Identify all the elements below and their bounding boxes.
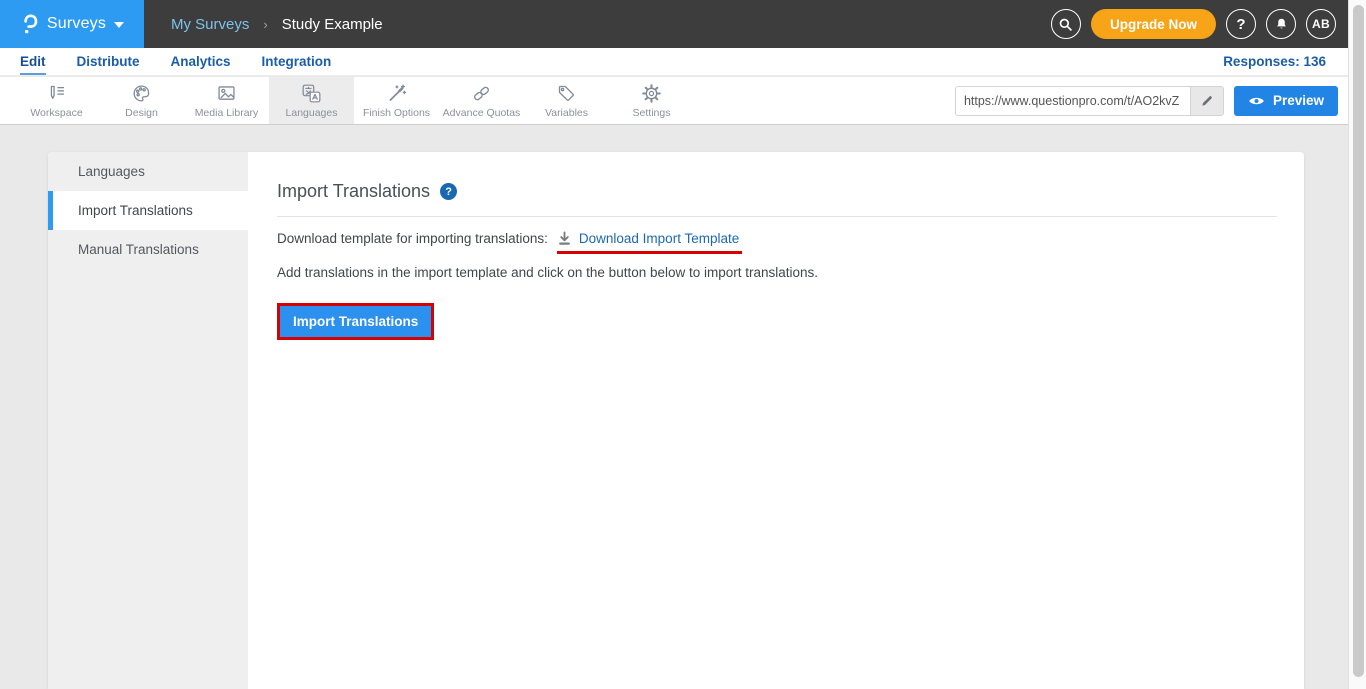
- languages-sidebar: Languages Import Translations Manual Tra…: [48, 152, 248, 689]
- toolbar-item-label: Settings: [633, 107, 671, 119]
- product-name: Surveys: [47, 15, 106, 33]
- languages-panel: Languages Import Translations Manual Tra…: [48, 152, 1304, 689]
- avatar[interactable]: AB: [1306, 9, 1336, 39]
- survey-tabbar: Edit Distribute Analytics Integration Re…: [0, 48, 1348, 76]
- question-mark-icon: ?: [1236, 16, 1245, 33]
- instructions-text: Add translations in the import template …: [277, 265, 1277, 280]
- variables-icon: [556, 83, 577, 104]
- toolbar-item-label: Advance Quotas: [443, 107, 521, 119]
- product-switcher[interactable]: Surveys: [0, 0, 144, 48]
- toolbar-item-label: Finish Options: [363, 107, 430, 119]
- download-icon: [557, 230, 572, 246]
- edit-url-button[interactable]: [1190, 87, 1223, 115]
- search-button[interactable]: [1051, 9, 1081, 39]
- toolbar-item-variables[interactable]: Variables: [524, 77, 609, 124]
- design-icon: [131, 83, 152, 104]
- finish-options-icon: [386, 83, 407, 104]
- eye-icon: [1248, 95, 1265, 107]
- download-template-row: Download template for importing translat…: [277, 230, 1277, 246]
- tabs: Edit Distribute Analytics Integration: [20, 48, 331, 75]
- advance-quotas-icon: [471, 83, 492, 104]
- toolbar-item-label: Workspace: [30, 107, 82, 119]
- search-icon: [1057, 16, 1074, 33]
- edit-toolbar: Workspace Design: [0, 77, 1366, 125]
- survey-url-group: [955, 86, 1224, 116]
- toolbar-item-media-library[interactable]: Media Library: [184, 77, 269, 124]
- languages-icon: [301, 83, 322, 104]
- toolbar-item-advance-quotas[interactable]: Advance Quotas: [439, 77, 524, 124]
- page-title: Import Translations: [277, 181, 430, 202]
- toolbar-right: Preview: [955, 77, 1366, 124]
- annotation-highlight-box: Import Translations: [277, 303, 434, 340]
- toolbar-item-label: Design: [125, 107, 158, 119]
- pencil-icon: [1200, 94, 1214, 108]
- divider: [277, 216, 1277, 217]
- import-translations-button[interactable]: Import Translations: [280, 306, 431, 337]
- settings-icon: [641, 83, 662, 104]
- download-link-highlighted: Download Import Template: [557, 230, 739, 246]
- sidebar-item-manual-translations[interactable]: Manual Translations: [48, 230, 248, 269]
- tab-distribute[interactable]: Distribute: [77, 48, 140, 75]
- sidebar-item-import-translations[interactable]: Import Translations: [48, 191, 248, 230]
- toolbar-item-languages[interactable]: Languages: [269, 77, 354, 124]
- toolbar-item-design[interactable]: Design: [99, 77, 184, 124]
- tab-analytics[interactable]: Analytics: [171, 48, 231, 75]
- download-import-template-link[interactable]: Download Import Template: [579, 231, 739, 246]
- sidebar-item-languages[interactable]: Languages: [48, 152, 248, 191]
- toolbar-item-settings[interactable]: Settings: [609, 77, 694, 124]
- media-library-icon: [216, 83, 237, 104]
- breadcrumb-my-surveys[interactable]: My Surveys: [171, 16, 249, 33]
- breadcrumb-separator-icon: ›: [263, 17, 267, 32]
- help-icon[interactable]: ?: [440, 183, 457, 200]
- breadcrumb-current: Study Example: [282, 16, 383, 33]
- responses-count[interactable]: Responses: 136: [1223, 54, 1326, 69]
- upgrade-now-button[interactable]: Upgrade Now: [1091, 9, 1216, 39]
- scrollbar-thumb[interactable]: [1353, 5, 1364, 677]
- main-area: Languages Import Translations Manual Tra…: [0, 126, 1366, 689]
- tab-integration[interactable]: Integration: [262, 48, 332, 75]
- download-prompt: Download template for importing translat…: [277, 231, 548, 246]
- bell-icon: [1274, 16, 1289, 32]
- survey-url-input[interactable]: [956, 87, 1190, 115]
- toolbar-item-label: Variables: [545, 107, 588, 119]
- chevron-down-icon: [114, 22, 124, 28]
- topbar: Surveys My Surveys › Study Example Upgra…: [0, 0, 1348, 48]
- workspace-icon: [46, 83, 67, 104]
- tab-edit[interactable]: Edit: [20, 48, 46, 75]
- questionpro-logo-icon: [20, 12, 39, 36]
- notifications-button[interactable]: [1266, 9, 1296, 39]
- toolbar-items: Workspace Design: [14, 77, 694, 124]
- topbar-actions: Upgrade Now ? AB: [1051, 9, 1348, 39]
- scrollbar: [1348, 0, 1366, 689]
- toolbar-item-label: Languages: [286, 107, 338, 119]
- toolbar-item-label: Media Library: [195, 107, 259, 119]
- preview-label: Preview: [1273, 93, 1324, 108]
- preview-button[interactable]: Preview: [1234, 86, 1338, 116]
- toolbar-item-finish-options[interactable]: Finish Options: [354, 77, 439, 124]
- help-button[interactable]: ?: [1226, 9, 1256, 39]
- breadcrumb: My Surveys › Study Example: [171, 16, 383, 33]
- import-translations-content: Import Translations ? Download template …: [248, 152, 1304, 689]
- toolbar-item-workspace[interactable]: Workspace: [14, 77, 99, 124]
